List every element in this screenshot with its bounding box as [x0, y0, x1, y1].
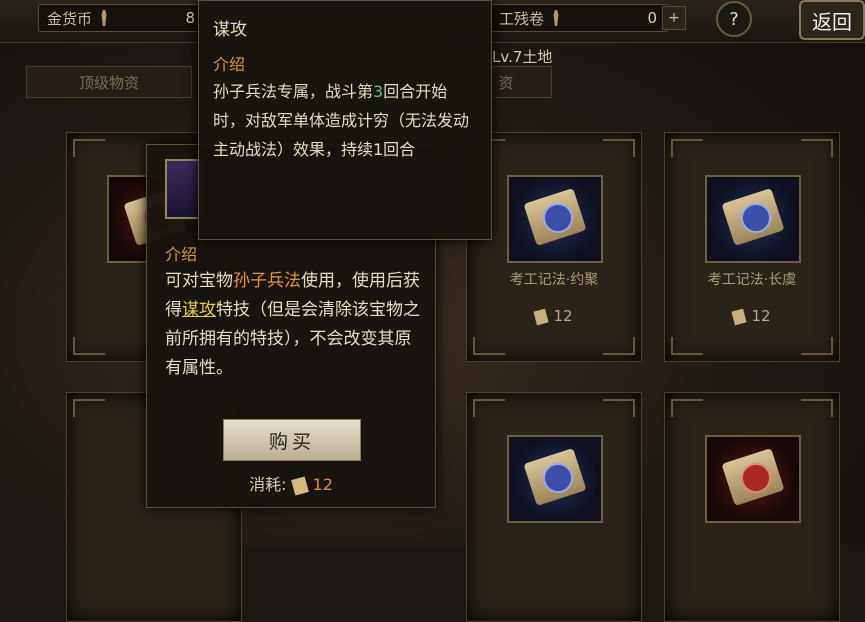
item-card[interactable]: [664, 392, 840, 622]
gold-value: 8: [185, 9, 195, 27]
item-card-yueju[interactable]: 考工记法·约聚 12: [466, 132, 642, 362]
consume-cost: 消耗: 12: [249, 475, 333, 496]
scroll-item-icon: [507, 435, 603, 523]
buy-button[interactable]: 购买: [223, 419, 361, 461]
skill-title: 谋攻: [213, 20, 247, 40]
item-name: 考工记法·约聚: [509, 272, 599, 288]
item-card[interactable]: [466, 392, 642, 622]
scroll-icon: [533, 308, 550, 325]
skill-description: 孙子兵法专属，战斗第3回合开始时，对敌军单体造成计穷（无法发动主动战法）效果，持…: [213, 82, 470, 159]
scroll-icon: [290, 475, 309, 496]
item-description: 可对宝物孙子兵法使用，使用后获得谋攻特技（但是会清除该宝物之前所拥有的特技），不…: [165, 271, 420, 378]
scroll-value: 0: [647, 9, 657, 27]
intro-heading: 介绍: [213, 55, 246, 74]
intro-heading: 介绍: [165, 245, 198, 264]
scroll-resource: 工残卷 0: [490, 4, 668, 32]
item-cost: 12: [467, 307, 641, 325]
scroll-item-icon: [705, 175, 801, 263]
item-card-changyu[interactable]: 考工记法·长虞 12: [664, 132, 840, 362]
scroll-item-icon: [705, 435, 801, 523]
gold-resource: 金货币 8: [38, 4, 206, 32]
land-label: Lv.7土地: [492, 48, 553, 66]
scroll-item-icon: [507, 175, 603, 263]
item-cost: 12: [665, 307, 839, 325]
help-button[interactable]: ?: [716, 1, 752, 37]
scroll-label: 工残卷: [499, 9, 545, 28]
tab-top-supplies[interactable]: 顶级物资: [26, 66, 192, 98]
skill-tooltip: 谋攻 介绍 孙子兵法专属，战斗第3回合开始时，对敌军单体造成计穷（无法发动主动战…: [198, 0, 492, 240]
gold-label: 金货币: [47, 9, 93, 28]
scroll-icon: [553, 10, 559, 26]
add-scroll-button[interactable]: +: [662, 6, 686, 30]
item-name: 考工记法·长虞: [707, 272, 797, 288]
figure-icon: [101, 10, 107, 26]
scroll-icon: [731, 308, 748, 325]
back-button[interactable]: 返回: [799, 0, 865, 40]
